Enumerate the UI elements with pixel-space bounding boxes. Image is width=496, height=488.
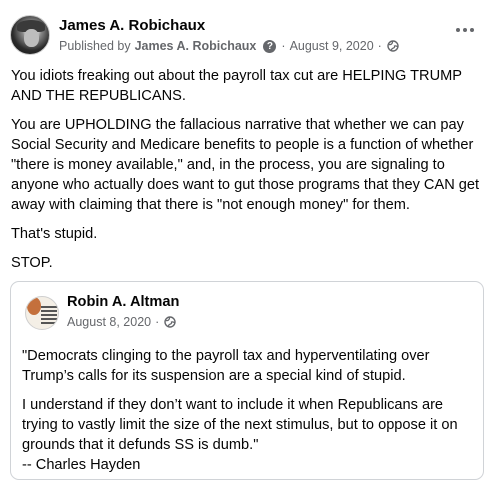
meta-separator-2: · (377, 39, 382, 53)
published-prefix: Published by (59, 39, 131, 53)
author-avatar[interactable] (10, 15, 50, 55)
post-paragraph: STOP. (11, 255, 53, 271)
shared-post-meta: August 8, 2020 · (67, 315, 176, 329)
globe-icon (387, 40, 399, 52)
post-paragraph: You idiots freaking out about the payrol… (11, 68, 462, 104)
post-paragraph: That's stupid. (11, 226, 98, 242)
shared-meta-separator: · (155, 315, 160, 329)
avatar-text-lines (41, 306, 57, 326)
shared-paragraph: I understand if they don’t want to inclu… (22, 397, 458, 453)
shared-post-date[interactable]: August 8, 2020 (67, 315, 151, 329)
post-date[interactable]: August 9, 2020 (290, 39, 374, 53)
shared-post-body: "Democrats clinging to the payroll tax a… (22, 346, 477, 484)
post-meta: Published by James A. Robichaux ? · Augu… (59, 39, 399, 53)
shared-author-name[interactable]: Robin A. Altman (67, 294, 179, 310)
post-body: You idiots freaking out about the payrol… (11, 66, 487, 282)
shared-paragraph: "Democrats clinging to the payroll tax a… (22, 348, 430, 384)
facebook-post: James A. Robichaux Published by James A.… (0, 0, 496, 488)
author-name[interactable]: James A. Robichaux (59, 17, 205, 34)
more-options-icon[interactable] (456, 25, 478, 35)
shared-author-avatar[interactable] (25, 296, 59, 330)
shared-post-card[interactable]: Robin A. Altman August 8, 2020 · "Democr… (10, 281, 484, 480)
publisher-name[interactable]: James A. Robichaux (135, 39, 257, 53)
post-paragraph: You are UPHOLDING the fallacious narrati… (11, 117, 480, 213)
avatar-hair-shape (27, 297, 41, 315)
question-icon[interactable]: ? (263, 39, 277, 53)
shared-paragraph: -- Charles Hayden (22, 457, 141, 473)
avatar-face-shape (24, 29, 39, 47)
meta-separator: · (281, 39, 286, 53)
globe-icon (164, 316, 176, 328)
